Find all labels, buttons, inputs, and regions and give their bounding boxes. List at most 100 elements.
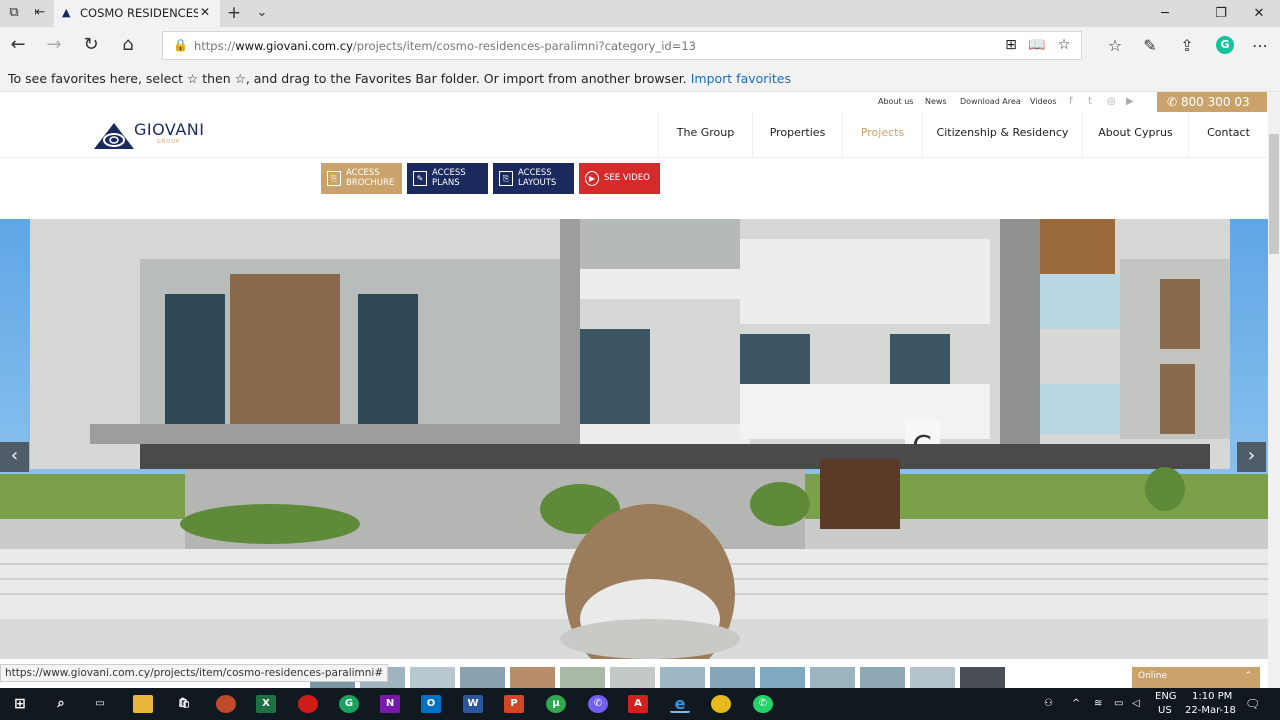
youtube-icon[interactable]: ▶ [1126, 96, 1134, 107]
menu-projects[interactable]: Projects [842, 112, 922, 158]
lang-top[interactable]: ENG [1155, 691, 1177, 702]
close-tab-icon[interactable]: ✕ [200, 5, 210, 19]
top-link-about[interactable]: About us [878, 97, 913, 106]
onenote-icon[interactable]: N [380, 695, 400, 713]
favorites-hub-icon[interactable]: ☆ [1104, 36, 1126, 56]
clock-time[interactable]: 1:10 PM [1192, 691, 1232, 702]
top-link-download[interactable]: Download Area [960, 97, 1021, 106]
access-plans-button[interactable]: ✎ ACCESS PLANS [407, 163, 488, 194]
twitter-icon[interactable]: t [1088, 96, 1092, 107]
phone-badge[interactable]: ✆ 800 300 03 [1157, 92, 1267, 112]
online-chat-widget[interactable]: Online ⌃ [1132, 667, 1260, 688]
wifi-icon[interactable]: ≋ [1094, 698, 1102, 709]
whatsapp-icon[interactable]: ✆ [753, 695, 773, 713]
share-icon[interactable]: ⇪ [1176, 36, 1198, 56]
access-layouts-button[interactable]: ⎘ ACCESS LAYOUTS [493, 163, 574, 194]
logo-text[interactable]: GIOVANI [134, 120, 204, 139]
edge-icon[interactable]: e [670, 695, 690, 713]
app-icon[interactable] [216, 695, 236, 713]
menu-the-group[interactable]: The Group [658, 112, 752, 158]
back-icon[interactable]: ← [6, 34, 30, 56]
navigation-bar: ← → ↻ ⌂ 🔒 https://www.giovani.com.cy/pro… [0, 27, 1280, 64]
scrollbar-thumb[interactable] [1269, 134, 1279, 254]
store-icon[interactable]: 🛍 [174, 695, 194, 713]
outlook-icon[interactable]: O [421, 695, 441, 713]
gallery-thumbnail[interactable] [860, 667, 905, 688]
gallery-thumbnail[interactable] [810, 667, 855, 688]
gallery-thumbnail[interactable] [460, 667, 505, 688]
forward-icon[interactable]: → [42, 34, 66, 56]
tab-title: COSMO RESIDENCES - I [80, 6, 198, 20]
tray-chevron-icon[interactable]: ^ [1072, 698, 1080, 709]
volume-icon[interactable]: ◁ [1132, 698, 1140, 709]
menu-about-cyprus[interactable]: About Cyprus [1082, 112, 1188, 158]
slider-prev-arrow-icon[interactable]: ‹ [0, 442, 29, 472]
instagram-icon[interactable]: ◎ [1107, 96, 1116, 107]
gallery-thumbnail[interactable] [510, 667, 555, 688]
see-video-button[interactable]: ▶ SEE VIDEO [579, 163, 660, 194]
access-brochure-button[interactable]: ⎘ ACCESS BROCHURE [321, 163, 402, 194]
site-favicon-icon: ▲ [62, 6, 71, 19]
chrome-icon[interactable] [711, 695, 731, 713]
more-options-icon[interactable]: ⋯ [1249, 36, 1271, 56]
powerpoint-icon[interactable]: P [504, 695, 524, 713]
browser-tab[interactable]: ▲ COSMO RESIDENCES - I ✕ [54, 0, 220, 27]
gallery-thumbnail[interactable] [660, 667, 705, 688]
tab-preview-chevron-icon[interactable]: ⌄ [252, 4, 272, 22]
grammarly-icon[interactable]: G [339, 695, 359, 713]
word-icon[interactable]: W [463, 695, 483, 713]
excel-icon[interactable]: X [256, 695, 276, 713]
favorite-star-icon[interactable]: ☆ [1054, 37, 1074, 55]
reading-view-icon[interactable]: 📖 [1027, 37, 1047, 55]
app-icon[interactable] [298, 695, 318, 713]
menu-contact[interactable]: Contact [1188, 112, 1268, 158]
torrent-icon[interactable]: μ [546, 695, 566, 713]
close-window-icon[interactable]: ✕ [1236, 0, 1280, 27]
favorites-bar: To see favorites here, select ☆ then ☆, … [0, 64, 1280, 92]
gallery-thumbnail[interactable] [960, 667, 1005, 688]
favorites-message: To see favorites here, select ☆ then ☆, … [8, 71, 687, 86]
facebook-icon[interactable]: f [1069, 96, 1073, 107]
web-note-icon[interactable]: ✎ [1139, 36, 1161, 56]
refresh-icon[interactable]: ↻ [79, 34, 103, 56]
gallery-thumbnail[interactable] [710, 667, 755, 688]
slider-next-arrow-icon[interactable]: › [1237, 442, 1266, 472]
gallery-thumbnail[interactable] [560, 667, 605, 688]
gallery-thumbnail[interactable] [760, 667, 805, 688]
gallery-thumbnail[interactable] [410, 667, 455, 688]
people-icon[interactable]: ⚇ [1044, 698, 1053, 709]
pdf-icon: ⎘ [327, 171, 341, 186]
hero-slider-image[interactable]: C [0, 219, 1268, 659]
viber-icon[interactable]: ✆ [588, 695, 608, 713]
url-text[interactable]: https://www.giovani.com.cy/projects/item… [194, 39, 696, 53]
windows-start-icon[interactable]: ⊞ [10, 695, 30, 713]
play-icon: ▶ [585, 171, 599, 186]
clock-date[interactable]: 22-Mar-18 [1185, 705, 1236, 716]
gallery-thumbnail[interactable] [910, 667, 955, 688]
task-view-icon[interactable]: ▭ [90, 695, 110, 713]
top-link-news[interactable]: News [925, 97, 947, 106]
pdf-icon: ⎘ [499, 171, 513, 186]
minimize-icon[interactable]: ─ [1142, 0, 1188, 27]
giovani-logo-icon[interactable] [94, 121, 134, 151]
gallery-thumbnail[interactable] [610, 667, 655, 688]
grammarly-extension-icon[interactable]: G [1216, 36, 1234, 54]
search-icon[interactable]: ⌕ [51, 695, 71, 713]
file-explorer-icon[interactable] [133, 695, 153, 713]
set-aside-tabs-icon[interactable]: ⇤ [30, 4, 50, 22]
menu-citizenship[interactable]: Citizenship & Residency [922, 112, 1082, 158]
tab-list-icon[interactable]: ⧉ [4, 4, 24, 22]
home-icon[interactable]: ⌂ [116, 34, 140, 56]
acrobat-icon[interactable]: A [628, 695, 648, 713]
site-header: GIOVANI GROUP The Group Properties Proje… [0, 112, 1268, 158]
new-tab-icon[interactable]: + [224, 4, 244, 22]
battery-icon[interactable]: ▭ [1114, 698, 1123, 709]
top-link-videos[interactable]: Videos [1030, 97, 1057, 106]
lang-bottom[interactable]: US [1158, 705, 1172, 716]
translate-icon[interactable]: ⊞ [1001, 37, 1021, 55]
document-edit-icon: ✎ [413, 171, 427, 186]
address-bar[interactable]: 🔒 https://www.giovani.com.cy/projects/it… [162, 31, 1082, 60]
import-favorites-link[interactable]: Import favorites [691, 71, 791, 86]
notifications-icon[interactable]: 🗨 [1245, 697, 1260, 711]
menu-properties[interactable]: Properties [752, 112, 842, 158]
